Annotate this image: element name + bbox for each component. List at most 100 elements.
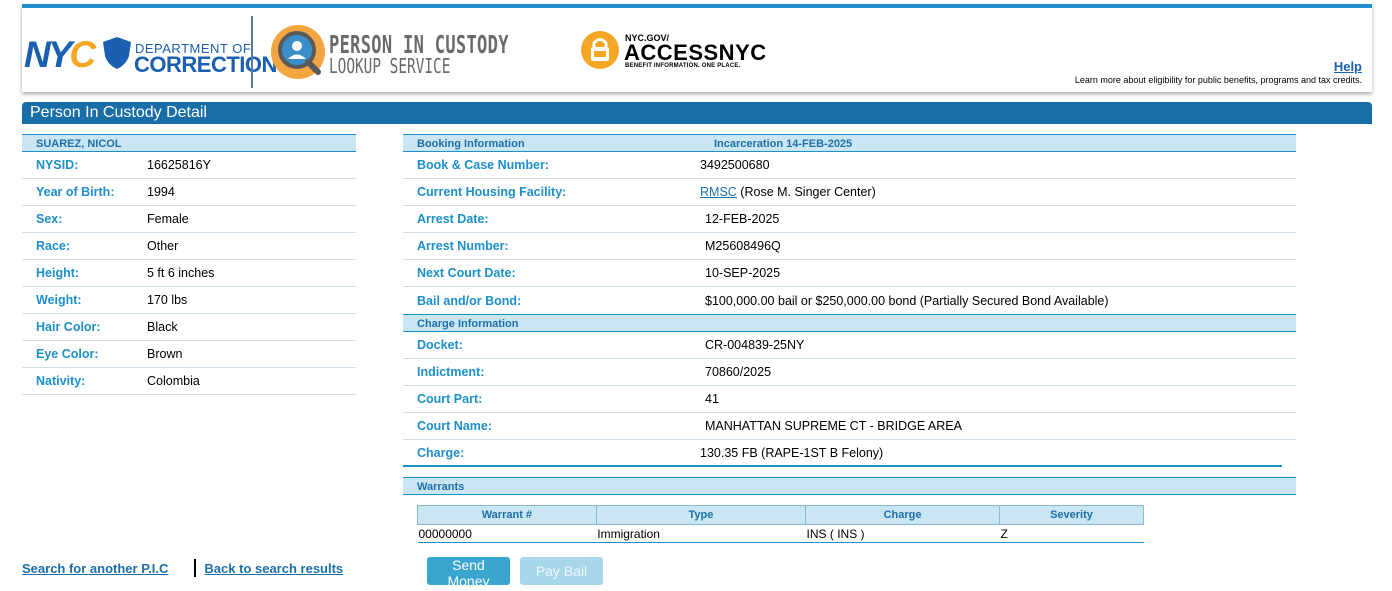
- field-value: Brown: [147, 347, 183, 361]
- person-field-row: Year of Birth: 1994: [22, 179, 356, 206]
- field-label: Arrest Date:: [417, 212, 489, 226]
- field-label: Weight:: [36, 293, 82, 307]
- arrest-date-row: Arrest Date: 12-FEB-2025: [403, 206, 1296, 233]
- field-label: Eye Color:: [36, 347, 99, 361]
- charge-row: Charge: 130.35 FB (RAPE-1ST B Felony): [403, 440, 1282, 467]
- help-text: Learn more about eligibility for public …: [1074, 75, 1362, 85]
- warrant-cell: INS ( INS ): [805, 524, 1000, 543]
- docket-row: Docket: CR-004839-25NY: [403, 332, 1296, 359]
- person-field-row: NYSID: 16625816Y: [22, 152, 356, 179]
- person-field-row: Height: 5 ft 6 inches: [22, 260, 356, 287]
- court-part-row: Court Part: 41: [403, 386, 1296, 413]
- field-label: Arrest Number:: [417, 239, 509, 253]
- housing-facility-name: (Rose M. Singer Center): [740, 185, 876, 199]
- housing-row: Current Housing Facility: RMSC (Rose M. …: [403, 179, 1296, 206]
- warrant-column-header: Severity: [998, 505, 1145, 525]
- field-value: RMSC (Rose M. Singer Center): [700, 185, 876, 199]
- field-label: Court Part:: [417, 392, 483, 406]
- person-field-row: Sex: Female: [22, 206, 356, 233]
- shield-icon: [103, 37, 131, 69]
- help-link[interactable]: Help: [1334, 59, 1362, 74]
- arrest-number-row: Arrest Number: M25608496Q: [403, 233, 1296, 260]
- field-label: Court Name:: [417, 419, 493, 433]
- field-value: 3492500680: [700, 158, 770, 172]
- field-value: 130.35 FB (RAPE-1ST B Felony): [700, 445, 884, 460]
- field-value: Black: [147, 320, 178, 334]
- send-money-button[interactable]: Send Money: [427, 557, 510, 589]
- person-field-row: Hair Color: Black: [22, 314, 356, 341]
- field-value: Female: [147, 212, 189, 226]
- booking-header: Booking Information Incarceration 14-FEB…: [403, 134, 1296, 152]
- person-field-row: Nativity: Colombia: [22, 368, 356, 395]
- incarceration-date: Incarceration 14-FEB-2025: [714, 138, 853, 150]
- field-label: Book & Case Number:: [417, 158, 549, 172]
- warrants-table: Warrant # Type Charge Severity 00000000 Immi…: [417, 505, 1145, 543]
- link-separator: [194, 559, 197, 577]
- warrant-column-header: Warrant #: [417, 505, 597, 525]
- field-value: M25608496Q: [705, 239, 781, 253]
- accessnyc-tagline: BENEFIT INFORMATION. ONE PLACE.: [625, 63, 741, 69]
- field-value: CR-004839-25NY: [705, 338, 805, 352]
- field-label: Nativity:: [36, 374, 86, 388]
- warrant-column-header: Charge: [805, 505, 1000, 525]
- field-label: Race:: [36, 239, 71, 253]
- person-field-row: Race: Other: [22, 233, 356, 260]
- field-label: Next Court Date:: [417, 266, 516, 280]
- pay-bail-button[interactable]: Pay Bail: [520, 557, 603, 585]
- field-value: $100,000.00 bail or $250,000.00 bond (Pa…: [705, 293, 1109, 308]
- back-to-results-link[interactable]: Back to search results: [204, 561, 343, 576]
- dept-line2: CORRECTION: [134, 52, 277, 77]
- person-details-panel: SUAREZ, NICOL NYSID: 16625816Y Year of Bir…: [22, 134, 356, 395]
- page-title: Person In Custody Detail: [22, 102, 1372, 124]
- warrant-column-header: Type: [595, 505, 807, 525]
- action-buttons: Send Money Pay Bail: [427, 557, 603, 589]
- booking-heading: Booking Information: [417, 138, 525, 150]
- field-value: 5 ft 6 inches: [147, 266, 215, 280]
- field-value: 10-SEP-2025: [705, 266, 781, 280]
- booking-panel: Booking Information Incarceration 14-FEB…: [403, 134, 1296, 543]
- person-field-row: Eye Color: Brown: [22, 341, 356, 368]
- warrants-section: Warrants Warrant # Type Charge Severity 000…: [403, 477, 1296, 543]
- bail-row: Bail and/or Bond: $100,000.00 bail or $2…: [403, 287, 1296, 314]
- service-subtitle: LOOKUP SERVICE: [329, 54, 451, 78]
- field-label: Height:: [36, 266, 80, 280]
- book-case-row: Book & Case Number: 3492500680: [403, 152, 1296, 179]
- person-field-row: Weight: 170 lbs: [22, 287, 356, 314]
- field-label: Docket:: [417, 338, 463, 352]
- field-label: Year of Birth:: [36, 185, 115, 199]
- field-label: NYSID:: [36, 158, 79, 172]
- header-divider: [251, 16, 253, 88]
- field-value: MANHATTAN SUPREME CT - BRIDGE AREA: [705, 419, 962, 433]
- table-row: 00000000 Immigration INS ( INS ) Z: [417, 524, 1144, 543]
- housing-facility-link[interactable]: RMSC: [700, 185, 737, 199]
- field-value: 12-FEB-2025: [705, 212, 780, 226]
- warrant-cell: Immigration: [596, 524, 806, 543]
- field-label: Hair Color:: [36, 320, 101, 334]
- accessnyc-icon: [581, 31, 619, 69]
- field-value: 41: [705, 392, 719, 406]
- field-label: Charge:: [417, 445, 465, 460]
- field-value: 70860/2025: [705, 365, 772, 379]
- field-label: Bail and/or Bond:: [417, 293, 522, 308]
- nyc-logo[interactable]: NYC: [24, 34, 96, 76]
- indictment-row: Indictment: 70860/2025: [403, 359, 1296, 386]
- field-value: 1994: [147, 185, 175, 199]
- field-value: 16625816Y: [147, 158, 211, 172]
- site-header: NYC DEPARTMENT OF CORRECTION PERSON IN C…: [22, 4, 1372, 92]
- magnifier-person-icon: [271, 25, 325, 79]
- bottom-navigation: Search for another P.I.C Back to search …: [22, 559, 343, 577]
- field-label: Indictment:: [417, 365, 485, 379]
- field-label: Sex:: [36, 212, 63, 226]
- warrant-cell: 00000000: [417, 524, 597, 543]
- next-court-row: Next Court Date: 10-SEP-2025: [403, 260, 1296, 287]
- field-value: Other: [147, 239, 179, 253]
- field-value: Colombia: [147, 374, 200, 388]
- warrants-header: Warrants: [403, 477, 1296, 495]
- court-name-row: Court Name: MANHATTAN SUPREME CT - BRIDG…: [403, 413, 1296, 440]
- search-another-link[interactable]: Search for another P.I.C: [22, 561, 168, 576]
- charge-header: Charge Information: [403, 314, 1296, 332]
- warrant-cell: Z: [999, 524, 1144, 543]
- field-label: Current Housing Facility:: [417, 185, 567, 199]
- person-name: SUAREZ, NICOL: [22, 134, 356, 152]
- field-value: 170 lbs: [147, 293, 188, 307]
